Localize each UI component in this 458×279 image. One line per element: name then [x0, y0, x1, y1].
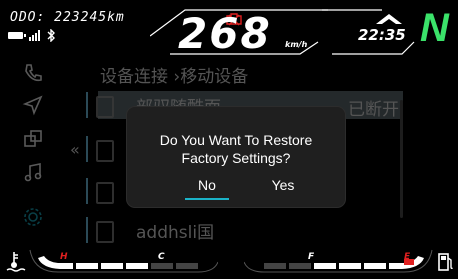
back-button[interactable]: « [70, 140, 80, 159]
fuel-empty-label: E [404, 252, 411, 262]
phone-icon [96, 96, 114, 118]
speed-unit: km/h [285, 40, 308, 49]
dialog-message: Do You Want To Restore Factory Settings? [127, 131, 345, 167]
settings-icon[interactable] [22, 206, 44, 228]
clock-readout: 22:35 [358, 26, 406, 44]
bluetooth-icon [47, 28, 55, 42]
battery-icon [8, 31, 26, 39]
signal-icon [29, 29, 40, 41]
scrollbar[interactable] [400, 100, 403, 218]
dialog-message-line1: Do You Want To Restore [159, 132, 313, 148]
temperature-gauge [29, 249, 218, 273]
device-list-item[interactable]: addhsli国 [86, 217, 393, 243]
device-status: 已断开 [348, 100, 399, 120]
music-icon[interactable] [22, 162, 44, 184]
phone-icon [96, 221, 114, 243]
fuel-pump-icon [438, 253, 453, 271]
apps-icon[interactable] [22, 128, 44, 150]
device-name: addhsli国 [136, 223, 215, 243]
up-arrow-icon [376, 14, 402, 24]
phone-icon[interactable] [22, 62, 44, 84]
menu-title: 设备连接 ›移动设备 [100, 67, 249, 87]
no-button-focus-underline [185, 198, 229, 200]
temp-low-label: C [158, 252, 165, 262]
speed-readout: 268 [178, 9, 272, 58]
no-button[interactable]: No [185, 177, 229, 199]
navigation-icon[interactable] [22, 94, 44, 116]
fuel-full-label: F [308, 252, 315, 262]
phone-icon [96, 182, 114, 204]
yes-button[interactable]: Yes [265, 177, 301, 193]
dialog-message-line2: Factory Settings? [181, 150, 291, 166]
restore-factory-dialog: Do You Want To Restore Factory Settings?… [126, 106, 346, 208]
gear-indicator: N [420, 6, 449, 50]
status-icons [8, 28, 56, 42]
coolant-temp-icon [6, 252, 26, 272]
phone-icon [96, 140, 114, 162]
odometer-readout: ODO: 223245km [10, 10, 125, 25]
temp-high-label: H [60, 252, 68, 262]
